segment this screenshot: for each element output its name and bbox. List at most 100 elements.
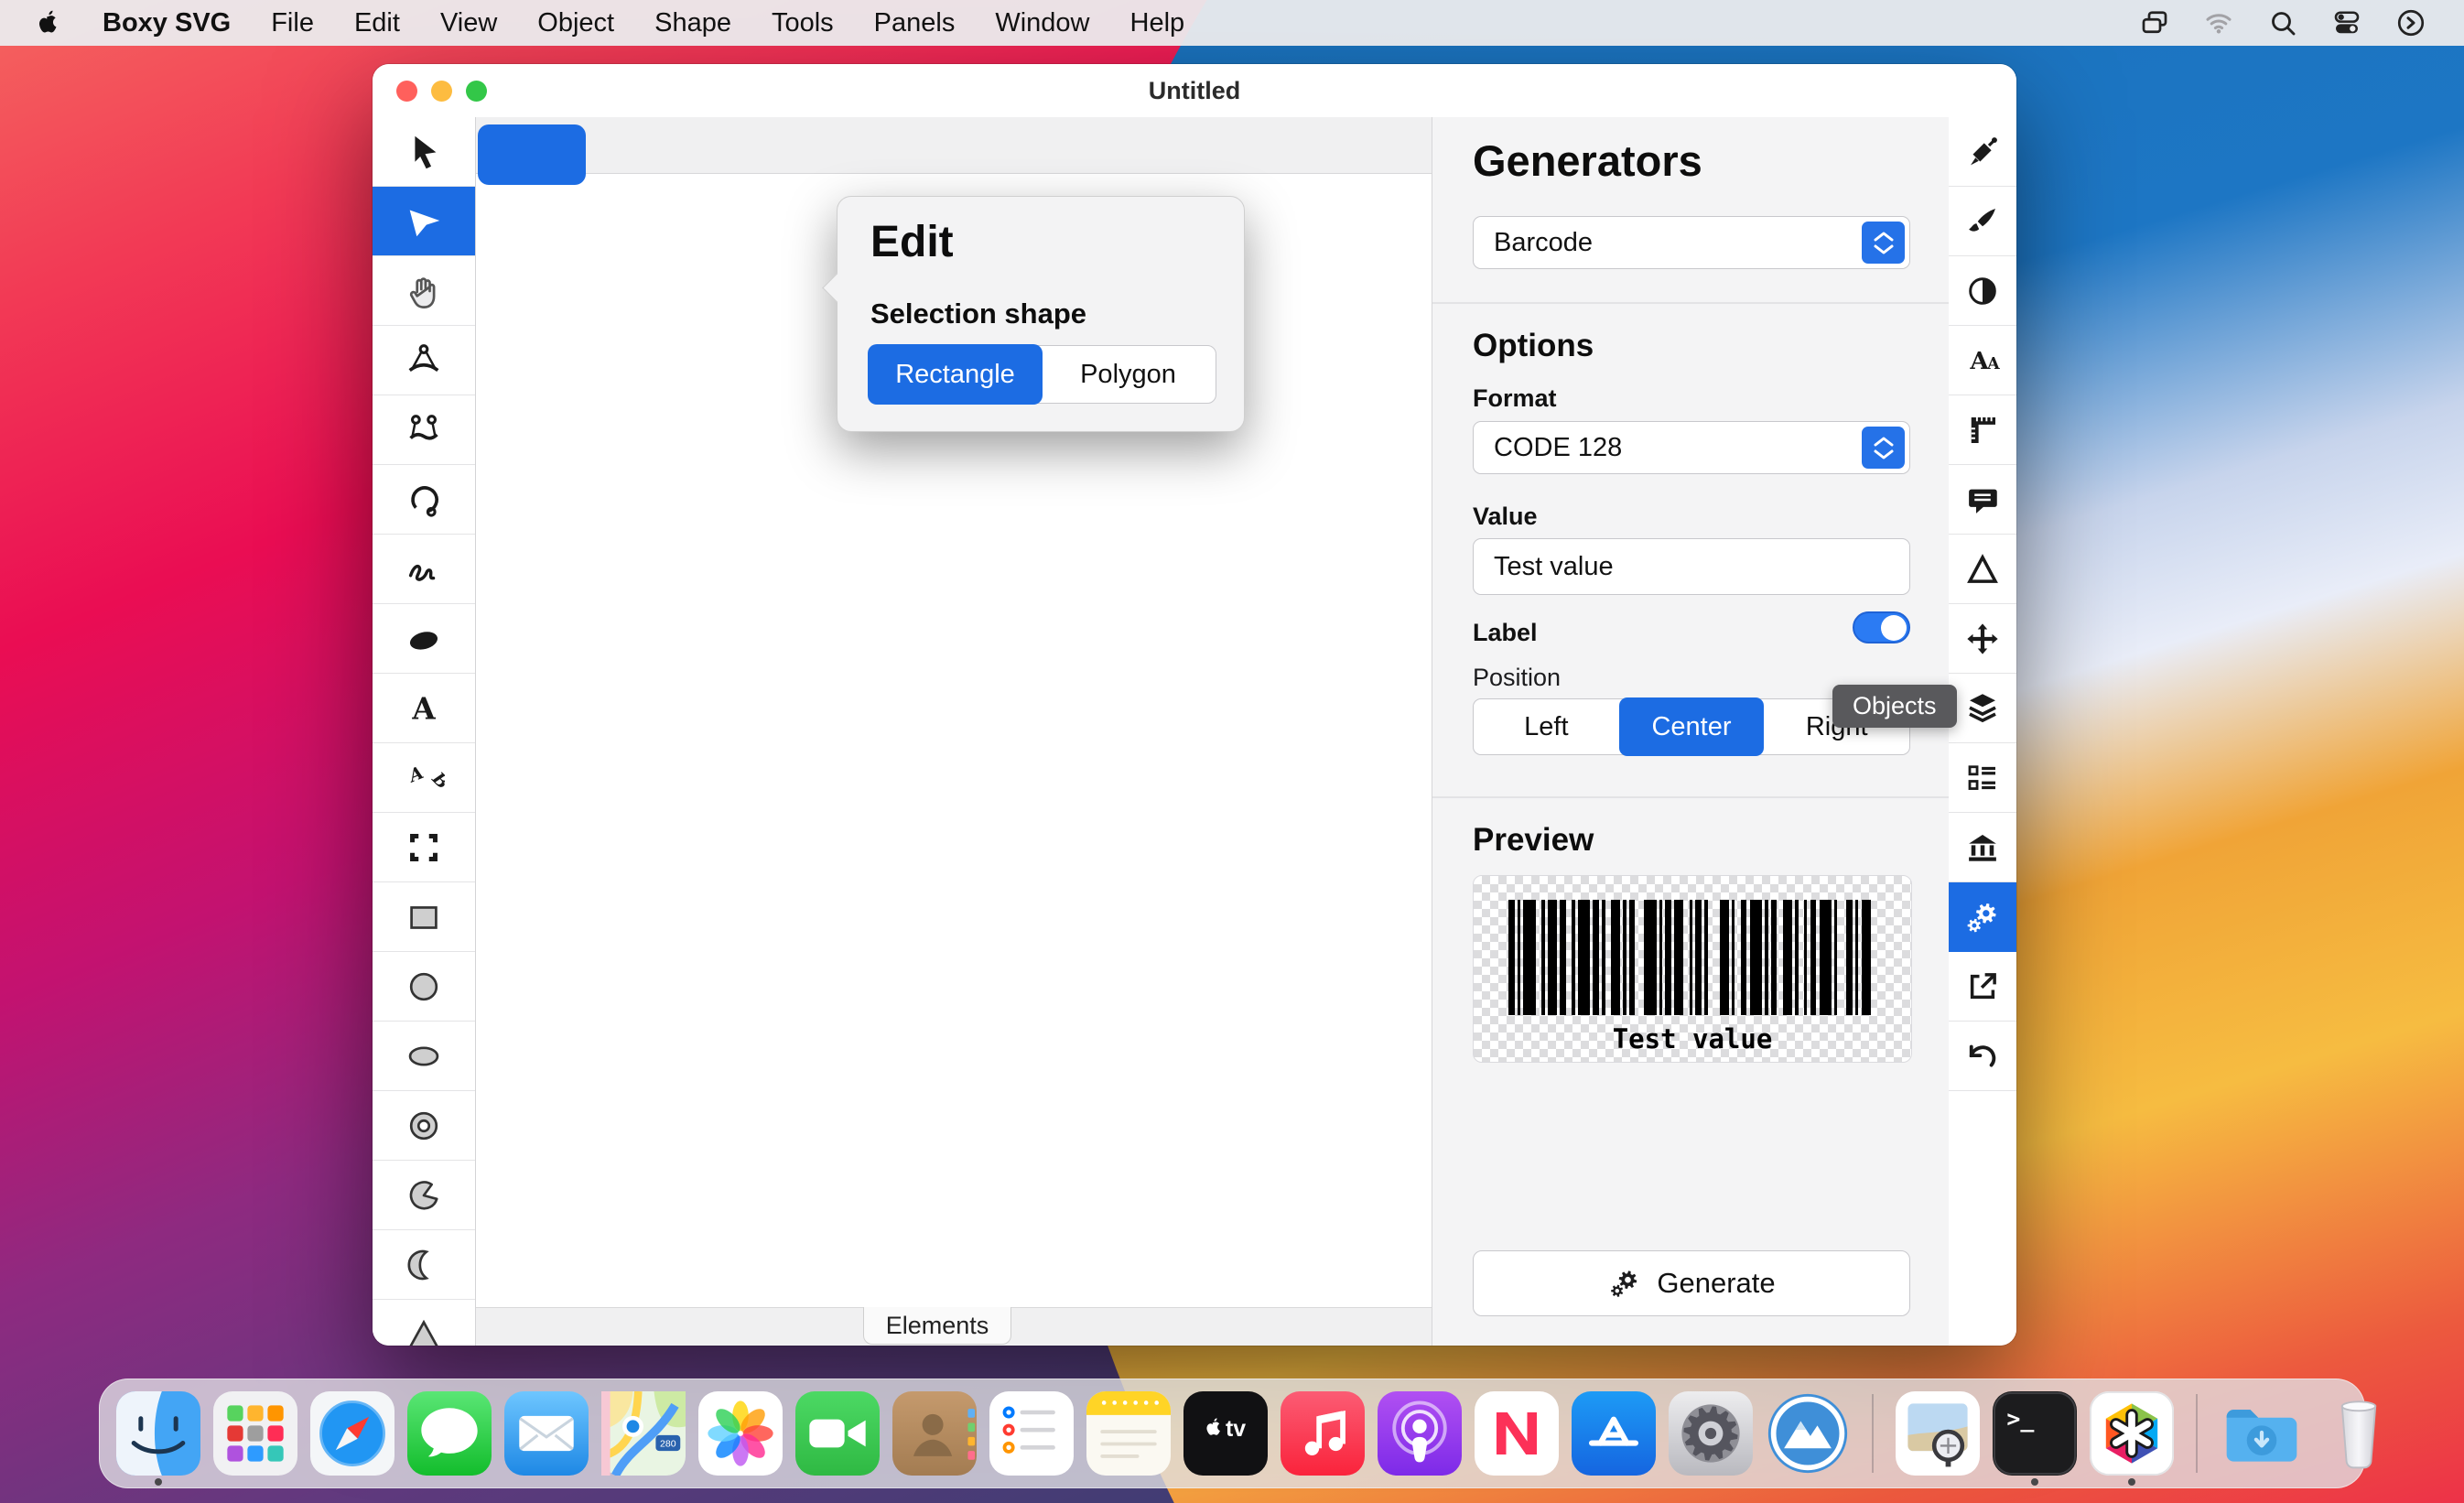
dock-mountain-app-icon[interactable] [1766, 1391, 1850, 1476]
menu-item-file[interactable]: File [251, 8, 334, 38]
format-select[interactable]: CODE 128 [1473, 421, 1910, 474]
dock: 280 tv >_ [99, 1379, 2377, 1488]
panel-fill-icon[interactable] [1949, 117, 2016, 187]
dock-podcasts-icon[interactable] [1378, 1391, 1462, 1476]
boxy-svg-window: Untitled A A B Elements Generators Barcod… [373, 64, 2016, 1346]
panel-meta-icon[interactable] [1949, 465, 2016, 535]
barcode-bar [1508, 900, 1515, 1015]
panel-generators-icon[interactable] [1949, 882, 2016, 952]
elements-tab[interactable]: Elements [863, 1307, 1011, 1345]
svg-text:A: A [411, 690, 436, 726]
screen-share-icon[interactable] [2393, 5, 2429, 41]
window-titlebar[interactable]: Untitled [373, 64, 2016, 117]
dock-app-store-icon[interactable] [1572, 1391, 1656, 1476]
panel-defs-icon[interactable] [1949, 743, 2016, 813]
rectangle-option-button[interactable]: Rectangle [868, 344, 1043, 405]
tool-blob-brush[interactable] [373, 604, 475, 674]
dock-music-icon[interactable] [1281, 1391, 1365, 1476]
menu-item-shape[interactable]: Shape [634, 8, 751, 38]
menu-item-view[interactable]: View [420, 8, 517, 38]
selection-shape-segmented: Rectangle Polygon [868, 344, 1216, 405]
dock-finder-icon[interactable] [116, 1391, 200, 1476]
panel-transforms-icon[interactable] [1949, 535, 2016, 604]
menu-app-name[interactable]: Boxy SVG [82, 8, 251, 38]
dock-terminal-icon[interactable]: >_ [1993, 1391, 2077, 1476]
dock-facetime-icon[interactable] [795, 1391, 880, 1476]
dock-system-preferences-icon[interactable] [1669, 1391, 1753, 1476]
panel-library-icon[interactable] [1949, 813, 2016, 882]
dock-preview-icon[interactable] [1896, 1391, 1980, 1476]
tool-crescent[interactable] [373, 1230, 475, 1300]
tool-ellipse[interactable] [373, 1022, 475, 1091]
dock-reminders-icon[interactable] [989, 1391, 1074, 1476]
menu-item-help[interactable]: Help [1110, 8, 1205, 38]
dock-safari-icon[interactable] [310, 1391, 394, 1476]
panel-objects-icon[interactable] [1949, 674, 2016, 743]
apple-menu-icon[interactable] [31, 5, 68, 41]
stepper-icon[interactable] [1862, 427, 1905, 469]
position-center-button[interactable]: Center [1618, 697, 1765, 756]
menu-item-object[interactable]: Object [517, 8, 634, 38]
tool-quadratic-bezier[interactable] [373, 326, 475, 395]
panel-arrangement-icon[interactable] [1949, 604, 2016, 674]
panel-divider [1432, 796, 1949, 798]
tool-pie[interactable] [373, 1161, 475, 1230]
tool-pan-hand[interactable] [373, 256, 475, 326]
dock-messages-icon[interactable] [407, 1391, 492, 1476]
tool-rectangle[interactable] [373, 882, 475, 952]
label-toggle[interactable] [1853, 611, 1910, 643]
tool-donut[interactable] [373, 1091, 475, 1161]
edit-mode-tab[interactable] [478, 124, 586, 185]
polygon-option-button[interactable]: Polygon [1041, 346, 1216, 403]
menu-item-tools[interactable]: Tools [751, 8, 854, 38]
position-left-button[interactable]: Left [1474, 699, 1619, 754]
dock-trash-icon[interactable] [2317, 1391, 2401, 1476]
search-icon[interactable] [2264, 5, 2301, 41]
tool-text[interactable]: A [373, 674, 475, 743]
menu-item-window[interactable]: Window [975, 8, 1109, 38]
barcode-bar [1695, 900, 1702, 1015]
dock-photos-icon[interactable] [698, 1391, 783, 1476]
dock-maps-icon[interactable]: 280 [601, 1391, 686, 1476]
menu-item-edit[interactable]: Edit [334, 8, 420, 38]
tool-text-on-path[interactable]: A B [373, 743, 475, 813]
value-input[interactable] [1473, 538, 1910, 595]
selection-shape-label: Selection shape [870, 297, 1087, 330]
dock-notes-icon[interactable] [1086, 1391, 1171, 1476]
stepper-icon[interactable] [1862, 222, 1905, 264]
dock-launchpad-icon[interactable] [213, 1391, 297, 1476]
control-center-icon[interactable] [2329, 5, 2365, 41]
dock-tv-icon[interactable]: tv [1183, 1391, 1268, 1476]
tool-circle[interactable] [373, 952, 475, 1022]
dock-news-icon[interactable] [1475, 1391, 1559, 1476]
panel-history-icon[interactable] [1949, 1022, 2016, 1091]
tool-freehand[interactable] [373, 535, 475, 604]
barcode-preview: Test value [1473, 875, 1912, 1063]
canvas-top-bar [476, 117, 1432, 185]
tool-view-frame[interactable] [373, 813, 475, 882]
barcode-bar [1644, 900, 1657, 1015]
tool-triangle[interactable] [373, 1300, 475, 1346]
tool-edit-select[interactable] [373, 187, 475, 256]
panel-divider [1432, 302, 1949, 304]
generators-panel: Generators Barcode Options Format CODE 1… [1432, 117, 1949, 1346]
panel-typography-icon[interactable]: AA [1949, 326, 2016, 395]
generator-select[interactable]: Barcode [1473, 216, 1910, 269]
tool-arc[interactable] [373, 465, 475, 535]
menu-item-panels[interactable]: Panels [854, 8, 976, 38]
tool-pointer[interactable] [373, 117, 475, 187]
panel-geometry-icon[interactable] [1949, 395, 2016, 465]
wifi-icon[interactable] [2200, 5, 2237, 41]
mission-control-icon[interactable] [2136, 5, 2173, 41]
tool-cubic-bezier[interactable] [373, 395, 475, 465]
dock-contacts-icon[interactable] [892, 1391, 977, 1476]
generate-button[interactable]: Generate [1473, 1250, 1910, 1316]
dock-mail-icon[interactable] [504, 1391, 589, 1476]
svg-text:A: A [1986, 354, 2000, 373]
panel-stroke-icon[interactable] [1949, 187, 2016, 256]
dock-downloads-icon[interactable] [2220, 1391, 2304, 1476]
barcode-space [1735, 900, 1741, 1015]
panel-export-icon[interactable] [1949, 952, 2016, 1022]
panel-compositing-icon[interactable] [1949, 256, 2016, 326]
dock-boxy-svg-icon[interactable] [2090, 1391, 2174, 1476]
